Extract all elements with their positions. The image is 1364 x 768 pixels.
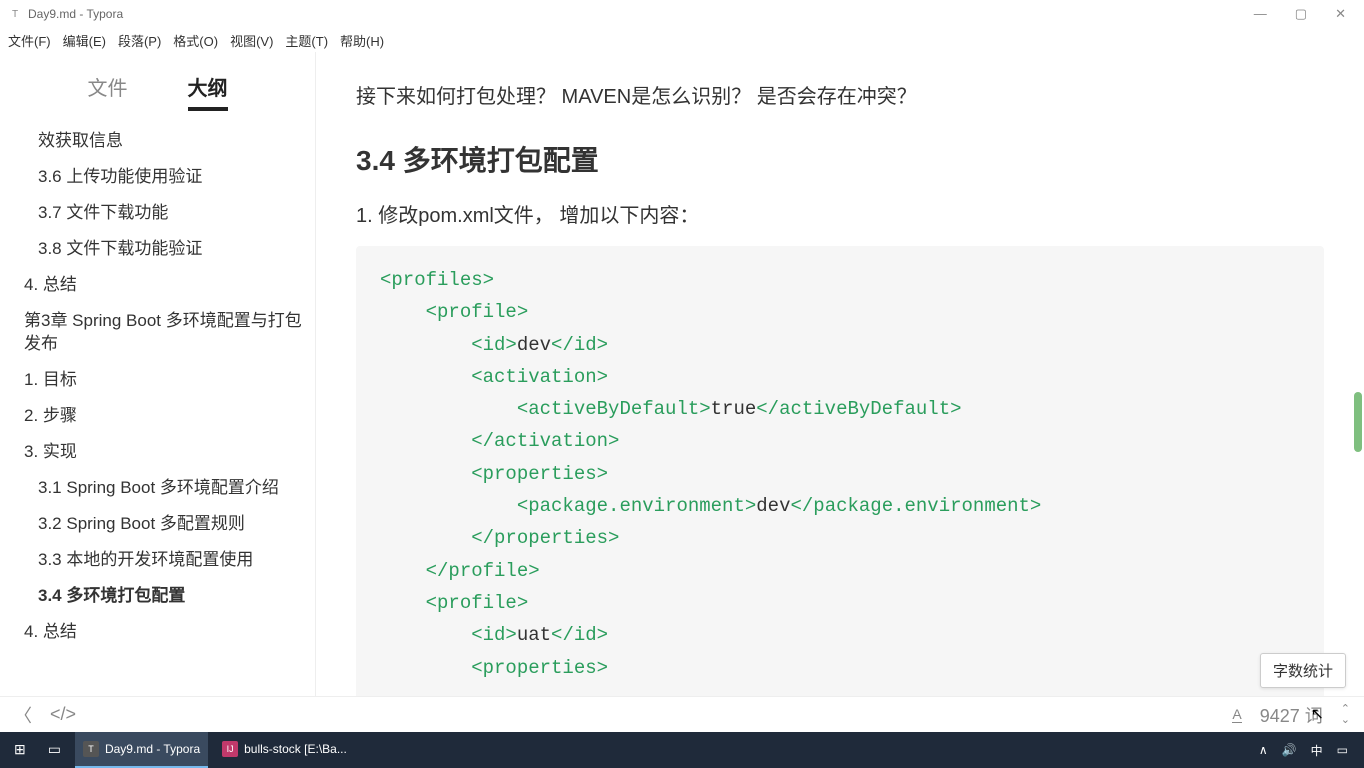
start-button[interactable]: ⊞ — [6, 732, 34, 768]
system-tray: ∧ 🔊 中 ▭ — [1259, 742, 1358, 759]
nav-back-icon[interactable]: 〈 — [14, 702, 32, 728]
taskbar-label: bulls-stock [E:\Ba... — [244, 742, 347, 756]
main-area: 文件 大纲 效获取信息3.6 上传功能使用验证3.7 文件下载功能3.8 文件下… — [0, 52, 1364, 696]
word-count[interactable]: 9427 词 — [1260, 702, 1323, 728]
code-block[interactable]: <profiles> <profile> <id>dev</id> <activ… — [356, 246, 1324, 696]
menu-help[interactable]: 帮助(H) — [340, 31, 384, 50]
app-icon: T — [8, 7, 22, 21]
outline-item[interactable]: 4. 总结 — [0, 267, 315, 303]
menubar: 文件(F) 编辑(E) 段落(P) 格式(O) 视图(V) 主题(T) 帮助(H… — [0, 28, 1364, 52]
taskbar-item-typora[interactable]: T Day9.md - Typora — [75, 732, 208, 768]
window-title: Day9.md - Typora — [28, 7, 123, 21]
font-icon[interactable]: A — [1232, 706, 1241, 723]
taskbar-label: Day9.md - Typora — [105, 742, 200, 756]
outline-item[interactable]: 3.7 文件下载功能 — [0, 195, 315, 231]
outline-item[interactable]: 3.6 上传功能使用验证 — [0, 159, 315, 195]
content-heading[interactable]: 3.4 多环境打包配置 — [356, 139, 1324, 179]
sidebar: 文件 大纲 效获取信息3.6 上传功能使用验证3.7 文件下载功能3.8 文件下… — [0, 52, 316, 696]
tray-chevron-icon[interactable]: ∧ — [1259, 743, 1268, 757]
outline-item[interactable]: 3.3 本地的开发环境配置使用 — [0, 542, 315, 578]
outline-item[interactable]: 3. 实现 — [0, 434, 315, 470]
menu-format[interactable]: 格式(O) — [173, 31, 218, 50]
tab-files[interactable]: 文件 — [88, 72, 128, 111]
taskbar: ⊞ ▭ T Day9.md - Typora IJ bulls-stock [E… — [0, 732, 1364, 768]
outline-item[interactable]: 1. 目标 — [0, 362, 315, 398]
tray-notifications-icon[interactable]: ▭ — [1337, 743, 1348, 757]
content-list-item[interactable]: 1. 修改pom.xml文件， 增加以下内容： — [356, 199, 1324, 228]
outline-item[interactable]: 2. 步骤 — [0, 398, 315, 434]
task-view-button[interactable]: ▭ — [40, 732, 69, 768]
tray-ime-icon[interactable]: 中 — [1311, 742, 1323, 759]
intellij-icon: IJ — [222, 741, 238, 757]
menu-edit[interactable]: 编辑(E) — [63, 31, 106, 50]
window-controls: — ▢ ✕ — [1254, 6, 1356, 22]
outline-item[interactable]: 第3章 Spring Boot 多环境配置与打包发布 — [0, 303, 315, 361]
outline-list[interactable]: 效获取信息3.6 上传功能使用验证3.7 文件下载功能3.8 文件下载功能验证4… — [0, 119, 315, 696]
editor-content[interactable]: 接下来如何打包处理？ MAVEN是怎么识别？ 是否会存在冲突？ 3.4 多环境打… — [316, 52, 1364, 696]
updown-icon[interactable]: ⌃⌄ — [1341, 704, 1350, 726]
menu-theme[interactable]: 主题(T) — [285, 31, 328, 50]
outline-item[interactable]: 4. 总结 — [0, 614, 315, 650]
menu-paragraph[interactable]: 段落(P) — [118, 31, 161, 50]
tab-outline[interactable]: 大纲 — [188, 72, 228, 111]
outline-item[interactable]: 3.1 Spring Boot 多环境配置介绍 — [0, 470, 315, 506]
sidebar-tabs: 文件 大纲 — [0, 52, 315, 119]
content-intro[interactable]: 接下来如何打包处理？ MAVEN是怎么识别？ 是否会存在冲突？ — [356, 80, 1324, 109]
statusbar: 〈 </> A 9427 词 ⌃⌄ — [0, 696, 1364, 732]
maximize-button[interactable]: ▢ — [1295, 6, 1307, 22]
scrollbar-thumb[interactable] — [1354, 392, 1362, 452]
titlebar: T Day9.md - Typora — ▢ ✕ — [0, 0, 1364, 28]
outline-item[interactable]: 效获取信息 — [0, 123, 315, 159]
typora-icon: T — [83, 741, 99, 757]
minimize-button[interactable]: — — [1254, 6, 1267, 22]
outline-item[interactable]: 3.8 文件下载功能验证 — [0, 231, 315, 267]
menu-file[interactable]: 文件(F) — [8, 31, 51, 50]
outline-item[interactable]: 3.4 多环境打包配置 — [0, 578, 315, 614]
close-button[interactable]: ✕ — [1335, 6, 1346, 22]
tray-volume-icon[interactable]: 🔊 — [1282, 743, 1297, 757]
taskbar-item-intellij[interactable]: IJ bulls-stock [E:\Ba... — [214, 732, 355, 768]
source-code-icon[interactable]: </> — [50, 704, 76, 725]
outline-item[interactable]: 3.2 Spring Boot 多配置规则 — [0, 506, 315, 542]
menu-view[interactable]: 视图(V) — [230, 31, 273, 50]
word-count-tooltip: 字数统计 — [1260, 653, 1346, 688]
